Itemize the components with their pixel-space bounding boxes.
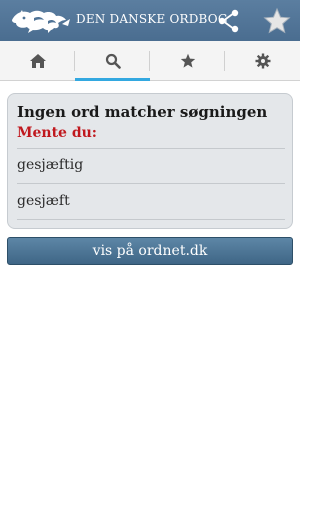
share-icon[interactable] xyxy=(216,8,242,34)
no-results-title: Ingen ord matcher søgningen xyxy=(17,103,268,121)
no-results-card: Ingen ord matcher søgningen Mente du: ge… xyxy=(7,93,293,229)
divider xyxy=(17,219,285,220)
app-title: DEN DANSKE ORDBOG xyxy=(76,12,228,26)
tab-favorites[interactable] xyxy=(150,41,225,81)
suggestion-item[interactable]: gesjæftig xyxy=(17,157,83,173)
did-you-mean-label: Mente du: xyxy=(17,125,97,141)
show-on-ordnet-button[interactable]: vis på ordnet.dk xyxy=(7,237,293,265)
star-icon xyxy=(180,53,195,68)
suggestion-item[interactable]: gesjæft xyxy=(17,193,70,209)
home-icon xyxy=(29,54,46,68)
divider xyxy=(17,183,285,184)
tab-bar xyxy=(0,41,300,81)
divider xyxy=(17,148,285,149)
gear-icon xyxy=(255,53,270,69)
tab-home[interactable] xyxy=(0,41,75,81)
tab-search[interactable] xyxy=(75,41,150,81)
search-icon xyxy=(105,53,121,69)
lion-logo-icon xyxy=(12,10,70,33)
app-bar: DEN DANSKE ORDBOG xyxy=(0,0,300,41)
tab-settings[interactable] xyxy=(225,41,300,81)
favorite-star-icon[interactable] xyxy=(263,7,291,35)
